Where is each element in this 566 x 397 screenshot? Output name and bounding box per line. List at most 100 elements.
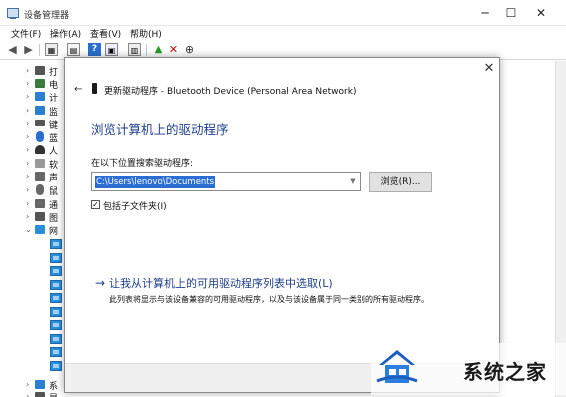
tree-item[interactable]: › 打 (0, 65, 70, 78)
browse-button[interactable]: 浏览(R)... (369, 172, 432, 192)
include-subfolders-label[interactable]: 包括子文件夹(I) (103, 199, 167, 212)
chevron-right-icon[interactable]: › (26, 92, 29, 101)
network-adapter-icon[interactable] (50, 347, 62, 357)
watermark: 系统之家 (371, 343, 566, 395)
dialog-close-button[interactable]: ✕ (481, 61, 497, 77)
bluetooth-device-icon (92, 83, 97, 94)
chevron-right-icon[interactable]: › (26, 199, 29, 208)
chevron-down-icon[interactable]: ▼ (348, 175, 358, 188)
network-adapter-icon[interactable] (50, 266, 62, 276)
toolbar-separator (146, 44, 147, 56)
view-icon[interactable]: ▣ (105, 43, 118, 56)
page-title: 浏览计算机上的驱动程序 (91, 122, 229, 137)
chevron-right-icon[interactable]: › (26, 66, 29, 75)
monitor-icon (35, 106, 45, 115)
chevron-right-icon[interactable]: › (26, 212, 29, 221)
display-adapter-icon (35, 392, 45, 397)
tree-item-label: 通 (49, 201, 59, 211)
back-arrow-icon[interactable]: ◀ (6, 43, 19, 56)
menu-action[interactable]: 操作(A) (50, 27, 81, 40)
tree-item-label: 计 (49, 94, 59, 104)
network-adapter-icon[interactable] (50, 239, 62, 249)
properties-icon[interactable]: ▤ (67, 43, 80, 56)
chevron-right-icon[interactable]: › (26, 172, 29, 181)
chevron-right-icon[interactable]: › (26, 79, 29, 88)
title-bar: 设备管理器 ─ ☐ ✕ (0, 0, 566, 26)
network-adapter-icon[interactable] (50, 253, 62, 263)
pick-from-list-link[interactable]: → 让我从计算机上的可用驱动程序列表中选取(L) 此列表将显示与该设备兼容的可用… (95, 274, 485, 324)
show-tree-icon[interactable]: ▦ (45, 43, 58, 56)
close-button[interactable]: ✕ (530, 4, 552, 22)
tree-item[interactable]: › 人 (0, 144, 70, 157)
house-logo-icon (376, 350, 418, 383)
update-driver-icon[interactable]: ▲ (152, 43, 165, 56)
chevron-right-icon[interactable]: › (26, 145, 29, 154)
tree-item[interactable]: › 系 (0, 379, 70, 392)
tree-item[interactable]: › 图 (0, 211, 70, 224)
driver-path-value[interactable]: C:\Users\lenovo\Documents (95, 176, 216, 188)
window-title: 设备管理器 (24, 11, 70, 21)
tree-item-label: 显 (49, 391, 58, 397)
network-adapter-icon[interactable] (50, 293, 62, 303)
pick-from-list-title[interactable]: 让我从计算机上的可用驱动程序列表中选取(L) (109, 275, 333, 291)
download-icon[interactable]: ⊕ (183, 43, 196, 56)
forward-arrow-icon[interactable]: ▶ (22, 43, 35, 56)
network-adapter-icon[interactable] (50, 307, 62, 317)
speaker-icon (35, 172, 45, 181)
tree-item[interactable]: › 键 (0, 118, 70, 131)
chevron-right-icon[interactable]: › (26, 159, 29, 168)
chevron-right-icon[interactable]: › (26, 185, 29, 194)
tree-item-label: 打 (49, 68, 59, 78)
maximize-button[interactable]: ☐ (500, 4, 522, 22)
tree-item-label: 图 (49, 214, 59, 224)
computer-icon (35, 92, 45, 101)
minimize-button[interactable]: ─ (474, 4, 496, 22)
tree-item-label: 键 (49, 121, 59, 131)
network-icon (35, 225, 45, 234)
menu-help[interactable]: 帮助(H) (130, 27, 162, 40)
chevron-right-icon[interactable]: › (26, 132, 29, 141)
tree-item[interactable]: › 软 (0, 158, 70, 171)
system-icon (35, 380, 45, 389)
tree-item-label: 网 (49, 227, 59, 237)
chevron-right-icon[interactable]: › (26, 106, 29, 115)
tree-item-network[interactable]: ⌄ 网 (0, 224, 70, 237)
tree-item[interactable]: › 声 (0, 171, 70, 184)
include-subfolders-checkbox[interactable]: ✓ (91, 200, 100, 209)
tree-item[interactable]: › 显 (0, 391, 70, 397)
battery-icon (35, 79, 45, 88)
network-adapter-icon[interactable] (50, 361, 62, 371)
scan-hardware-icon[interactable]: ▥ (128, 43, 141, 56)
driver-path-input[interactable]: C:\Users\lenovo\Documents ▼ (91, 172, 361, 191)
tree-item-label: 电 (49, 81, 59, 91)
tree-item-label: 蓝 (49, 134, 59, 144)
tree-item[interactable]: › 蓝 (0, 131, 70, 144)
chevron-right-icon[interactable]: › (26, 392, 29, 397)
menu-view[interactable]: 查看(V) (90, 27, 121, 40)
tree-item-label: 声 (49, 174, 59, 184)
network-adapter-icon[interactable] (50, 320, 62, 330)
toolbar-separator (39, 44, 40, 56)
tree-item[interactable]: › 计 (0, 91, 70, 104)
tree-item-label: 人 (49, 147, 59, 157)
back-arrow-icon[interactable]: ← (74, 84, 86, 96)
search-location-label: 在以下位置搜索驱动程序: (91, 159, 194, 169)
network-adapter-icon[interactable] (50, 280, 62, 290)
image-device-icon (35, 212, 45, 221)
chevron-right-icon[interactable]: › (26, 380, 29, 389)
tree-item-label: 鼠 (49, 187, 59, 197)
network-adapter-icon[interactable] (50, 334, 62, 344)
chevron-down-icon[interactable]: ⌄ (25, 225, 32, 234)
menu-file[interactable]: 文件(F) (11, 27, 41, 40)
mouse-icon (36, 184, 44, 195)
tree-item[interactable]: › 通 (0, 198, 70, 211)
keyboard-icon (35, 120, 45, 126)
arrow-right-icon: → (95, 276, 106, 290)
tree-item[interactable]: › 电 (0, 78, 70, 91)
tree-item-label: 软 (49, 161, 59, 171)
tree-item[interactable]: › 鼠 (0, 184, 70, 197)
uninstall-icon[interactable]: ✕ (167, 43, 180, 56)
help-icon[interactable]: ? (88, 43, 101, 56)
tree-item[interactable]: › 监 (0, 105, 70, 118)
chevron-right-icon[interactable]: › (26, 119, 29, 128)
